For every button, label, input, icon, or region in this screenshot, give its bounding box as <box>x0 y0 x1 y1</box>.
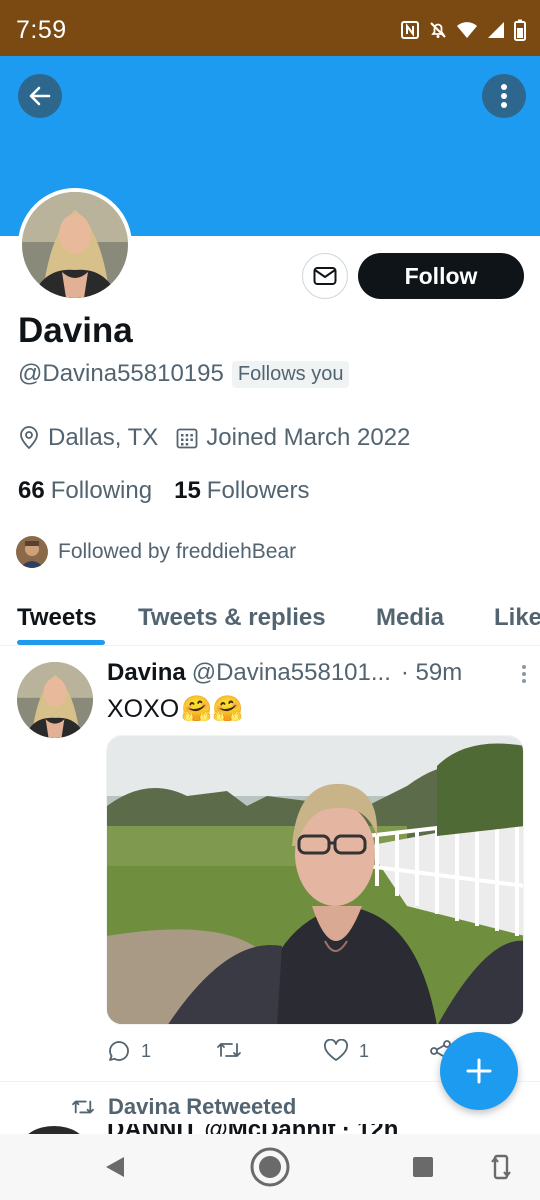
back-button[interactable] <box>18 74 62 118</box>
tweet-header: Davina @Davina558101... · 59m <box>107 659 527 687</box>
envelope-icon <box>313 267 337 285</box>
profile-avatar[interactable] <box>18 188 132 302</box>
retweet-icon <box>217 1043 241 1057</box>
tab-media[interactable]: Media <box>376 590 444 645</box>
joined-text: Joined March 2022 <box>206 424 411 451</box>
followers-count: 15 <box>174 477 201 504</box>
like-count: 1 <box>359 1040 370 1061</box>
tweet[interactable]: Davina @Davina558101... · 59m XOXO 🤗🤗 1 … <box>0 647 540 1082</box>
following-label: Following <box>50 477 153 504</box>
location-item: Dallas, TX <box>18 424 158 452</box>
status-time: 7:59 <box>16 16 67 44</box>
location-pin-icon <box>20 426 38 450</box>
rotate-screen-icon <box>491 1154 511 1180</box>
tweet-avatar[interactable] <box>17 662 93 738</box>
nav-rotate-button[interactable] <box>490 1152 512 1187</box>
followed-by-row[interactable]: Followed by freddiehBear <box>16 536 296 568</box>
tweet-author-name[interactable]: Davina <box>107 659 186 687</box>
profile-handle: @Davina55810195 <box>18 360 224 387</box>
tweet-timestamp: · 59m <box>400 659 463 686</box>
nav-recents-button[interactable] <box>411 1155 435 1184</box>
nav-back-button[interactable] <box>102 1148 126 1191</box>
reply-icon <box>109 1041 129 1061</box>
tab-likes[interactable]: Like <box>494 590 540 645</box>
arrow-left-icon <box>29 86 51 106</box>
follows-you-badge: Follows you <box>231 360 350 388</box>
like-button[interactable]: 1 <box>323 1039 369 1063</box>
location-text: Dallas, TX <box>48 424 159 451</box>
hugging-face-emoji: 🤗🤗 <box>181 695 244 723</box>
retweet-button[interactable] <box>215 1039 253 1061</box>
reply-button[interactable]: 1 <box>107 1039 151 1063</box>
profile-meta: Dallas, TX Joined March 2022 <box>18 424 428 452</box>
follow-counts: 66 Following 15 Followers <box>18 477 310 505</box>
wifi-icon <box>457 22 477 38</box>
following-link[interactable]: 66 Following <box>18 477 152 505</box>
following-count: 66 <box>18 477 45 504</box>
status-icons <box>400 18 526 42</box>
square-recents-icon <box>413 1157 433 1177</box>
profile-display-name: Davina <box>18 311 133 350</box>
mute-bell-icon <box>430 22 446 38</box>
follow-button[interactable]: Follow <box>358 253 524 299</box>
retweeted-indicator: Davina Retweeted <box>70 1094 296 1120</box>
nfc-icon <box>401 21 419 39</box>
heart-icon <box>324 1039 348 1061</box>
followers-link[interactable]: 15 Followers <box>174 477 309 505</box>
tab-tweets[interactable]: Tweets <box>17 590 97 645</box>
next-tweet[interactable]: DANNIT @McDannit · 12h <box>0 1124 540 1134</box>
followed-by-text: Followed by freddiehBear <box>58 540 297 563</box>
triangle-back-icon <box>106 1157 124 1177</box>
status-bar: 7:59 <box>0 0 540 56</box>
signal-icon <box>488 22 504 38</box>
retweeted-label: Davina Retweeted <box>108 1094 297 1119</box>
circle-home-icon <box>250 1147 290 1187</box>
tweet-text: XOXO 🤗🤗 <box>107 695 244 724</box>
nav-home-button[interactable] <box>249 1146 291 1193</box>
tweet-more-button[interactable] <box>521 663 527 691</box>
system-nav-bar <box>0 1134 540 1200</box>
vertical-dots-icon <box>522 665 526 683</box>
active-tab-indicator <box>17 640 105 645</box>
vertical-dots-icon <box>501 84 507 108</box>
retweet-icon <box>72 1100 94 1114</box>
follower-avatar <box>16 536 48 568</box>
tweet-photo[interactable] <box>106 735 524 1025</box>
message-button[interactable] <box>302 253 348 299</box>
tab-tweets-replies[interactable]: Tweets & replies <box>138 590 326 645</box>
next-tweet-header: DANNIT @McDannit · 12h <box>107 1124 398 1134</box>
avatar-photo <box>22 192 128 298</box>
joined-item: Joined March 2022 <box>176 424 410 452</box>
handle-row: @Davina55810195 Follows you <box>18 360 350 388</box>
battery-icon <box>514 19 526 41</box>
calendar-icon <box>176 428 198 449</box>
tweet-author-handle: @Davina558101... <box>191 659 391 686</box>
compose-tweet-button[interactable] <box>440 1032 518 1110</box>
profile-tabs: Tweets Tweets & replies Media Like <box>0 590 540 646</box>
reply-count: 1 <box>141 1040 152 1061</box>
tweet-text-body: XOXO <box>107 695 180 723</box>
more-options-button[interactable] <box>482 74 526 118</box>
followers-label: Followers <box>206 477 310 504</box>
plus-icon <box>466 1058 492 1084</box>
next-tweet-avatar <box>22 1126 86 1134</box>
